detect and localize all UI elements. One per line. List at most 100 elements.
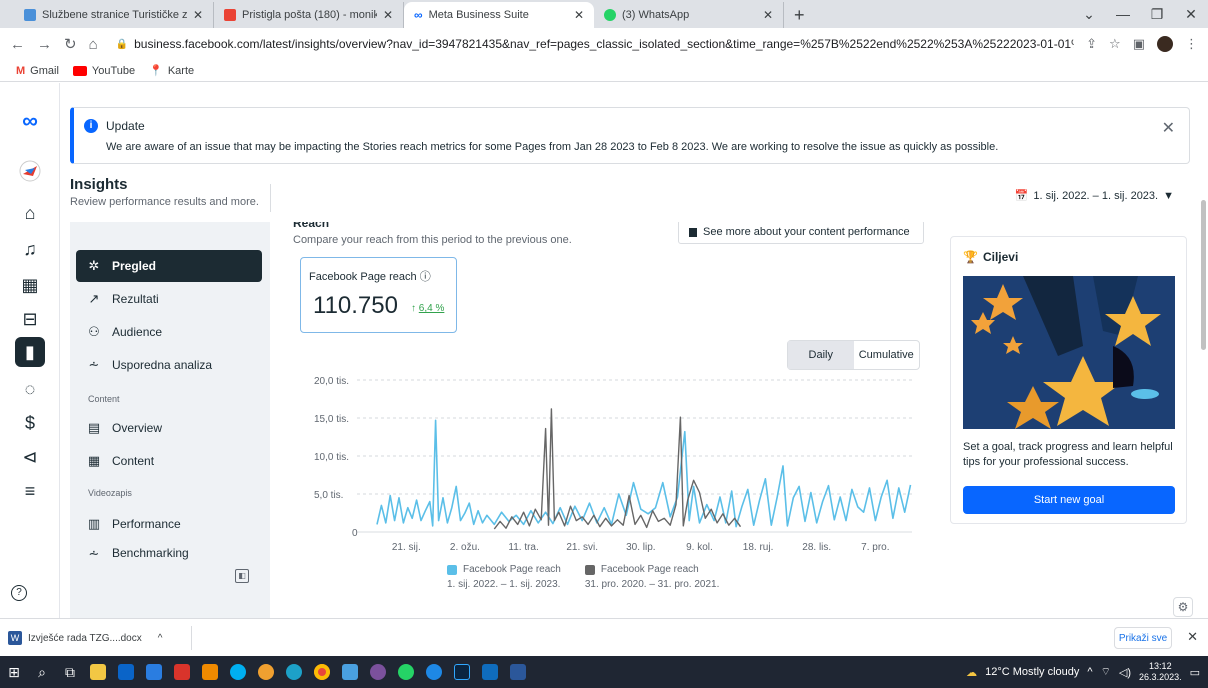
- close-tab-icon[interactable]: ✕: [574, 8, 584, 22]
- content-icon[interactable]: ⊟: [12, 303, 48, 335]
- chevron-up-icon[interactable]: ^: [158, 633, 163, 644]
- nav-rezultati[interactable]: ↗ Rezultati: [76, 283, 262, 315]
- nav-audience[interactable]: ⚇ Audience: [76, 316, 262, 348]
- nav-content[interactable]: ▦ Content: [76, 445, 262, 477]
- meta-logo-icon[interactable]: ∞: [12, 105, 48, 137]
- calendar-icon: 📅: [1014, 190, 1029, 202]
- page-scrollbar[interactable]: [1197, 83, 1208, 618]
- browser-tab[interactable]: (3) WhatsApp ✕: [594, 2, 784, 28]
- home-icon[interactable]: ⌂: [89, 36, 98, 53]
- weather-text[interactable]: 12°C Mostly cloudy: [985, 666, 1079, 678]
- page-avatar[interactable]: [12, 155, 48, 187]
- info-circle-icon[interactable]: ⓘ: [420, 271, 431, 283]
- close-tab-icon[interactable]: ✕: [383, 8, 393, 22]
- reach-subtitle: Compare your reach from this period to t…: [293, 234, 572, 246]
- tab-title: Meta Business Suite: [428, 9, 529, 21]
- search-icon[interactable]: ⌕: [28, 656, 56, 688]
- scrollbar-thumb[interactable]: [1201, 200, 1206, 350]
- word-icon[interactable]: [504, 656, 532, 688]
- home-nav-icon[interactable]: ⌂: [12, 197, 48, 229]
- outlook-icon[interactable]: [476, 656, 504, 688]
- close-banner-icon[interactable]: ✕: [1162, 118, 1175, 138]
- browser-tab[interactable]: Službene stranice Turističke zajed ✕: [14, 2, 214, 28]
- bookmark-gmail[interactable]: M Gmail: [16, 65, 59, 77]
- notifications-icon[interactable]: ♫: [12, 233, 48, 265]
- chrome-icon[interactable]: [308, 656, 336, 688]
- browser-tab[interactable]: Pristigla pošta (180) - monika.vrh ✕: [214, 2, 404, 28]
- photoshop-icon[interactable]: [448, 656, 476, 688]
- start-new-goal-button[interactable]: Start new goal: [963, 486, 1175, 514]
- vlc-icon[interactable]: [196, 656, 224, 688]
- collapse-nav-icon[interactable]: ◧: [235, 569, 249, 583]
- url-input[interactable]: 🔒 business.facebook.com/latest/insights/…: [109, 31, 1075, 57]
- x-tick-label: 30. lip.: [626, 542, 655, 553]
- bookmarks-bar: M Gmail YouTube 📍 Karte: [0, 60, 1208, 82]
- youtube-icon: [72, 65, 87, 76]
- bookmark-karte[interactable]: 📍 Karte: [149, 64, 194, 78]
- notifications-tray-icon[interactable]: ▭: [1190, 666, 1200, 679]
- mail-app-icon[interactable]: [112, 656, 140, 688]
- legend-period: 31. pro. 2020. – 31. pro. 2021.: [584, 579, 720, 590]
- skype-icon[interactable]: [224, 656, 252, 688]
- new-tab-button[interactable]: +: [784, 2, 815, 28]
- nav-performance[interactable]: ▥ Performance: [76, 508, 262, 540]
- close-download-bar-icon[interactable]: ✕: [1187, 629, 1198, 645]
- network-icon[interactable]: ⌔: [1101, 665, 1111, 679]
- messenger-icon[interactable]: [420, 656, 448, 688]
- nav-usporedna-analiza[interactable]: ⩪ Usporedna analiza: [76, 349, 262, 381]
- star-icon[interactable]: ☆: [1109, 36, 1121, 52]
- help-icon[interactable]: ?: [11, 585, 27, 601]
- nav-benchmarking[interactable]: ⩪ Benchmarking: [76, 542, 262, 560]
- ads-icon[interactable]: ◌: [12, 373, 48, 405]
- close-tab-icon[interactable]: ✕: [763, 8, 773, 22]
- series-line-current[interactable]: [376, 419, 912, 528]
- tab-search-icon[interactable]: ⌄: [1072, 6, 1106, 23]
- menu-icon[interactable]: ⋮: [1185, 36, 1198, 52]
- store-icon[interactable]: [140, 656, 168, 688]
- show-all-downloads-button[interactable]: Prikaži sve: [1114, 627, 1172, 649]
- paint-icon[interactable]: [252, 656, 280, 688]
- all-tools-icon[interactable]: ≡: [12, 475, 48, 507]
- settings-gear-icon[interactable]: ⚙: [1173, 597, 1193, 617]
- whatsapp-icon[interactable]: [392, 656, 420, 688]
- back-icon[interactable]: ←: [10, 36, 25, 53]
- nav-label: Pregled: [112, 259, 157, 273]
- clock[interactable]: 13:12 26.3.2023.: [1139, 661, 1182, 683]
- maximize-icon[interactable]: ❐: [1140, 6, 1174, 23]
- browser-tab-active[interactable]: ∞ Meta Business Suite ✕: [404, 2, 594, 28]
- close-tab-icon[interactable]: ✕: [193, 8, 203, 22]
- share-icon[interactable]: ⇪: [1086, 36, 1097, 52]
- toggle-cumulative[interactable]: Cumulative: [854, 341, 920, 369]
- insights-nav-icon[interactable]: ▮: [15, 337, 45, 367]
- tray-arrow-icon[interactable]: ^: [1087, 666, 1092, 678]
- window-close-icon[interactable]: ✕: [1174, 6, 1208, 23]
- nav-pregled[interactable]: ✲ Pregled: [76, 250, 262, 282]
- reload-icon[interactable]: ↻: [64, 35, 77, 53]
- monetization-icon[interactable]: $: [12, 407, 48, 439]
- volume-icon[interactable]: ◁): [1119, 666, 1131, 679]
- y-tick-label: 5,0 tis.: [314, 490, 343, 501]
- acrobat-icon[interactable]: [168, 656, 196, 688]
- minimize-icon[interactable]: —: [1106, 6, 1140, 22]
- sidepanel-icon[interactable]: ▣: [1133, 36, 1145, 52]
- legend-item-current[interactable]: Facebook Page reach 1. sij. 2022. – 1. s…: [447, 564, 561, 590]
- profile-avatar[interactable]: [1157, 36, 1173, 52]
- file-explorer-icon[interactable]: [84, 656, 112, 688]
- nav-overview[interactable]: ▤ Overview: [76, 412, 262, 444]
- download-item[interactable]: W Izvješće rada TZG....docx ^: [8, 626, 192, 650]
- task-view-icon[interactable]: ⧉: [56, 656, 84, 688]
- forward-icon[interactable]: →: [37, 36, 52, 53]
- megaphone-icon[interactable]: ⊲: [12, 441, 48, 473]
- date-range-picker[interactable]: 📅 1. sij. 2022. – 1. sij. 2023. ▼: [1014, 189, 1174, 203]
- nav-label: Audience: [112, 325, 163, 339]
- legend-item-previous[interactable]: Facebook Page reach 31. pro. 2020. – 31.…: [584, 564, 720, 590]
- viber-icon[interactable]: [364, 656, 392, 688]
- photos-icon[interactable]: [336, 656, 364, 688]
- page-reach-card[interactable]: Facebook Page reach ⓘ 110.750 ↑ 6,4 %: [300, 257, 457, 333]
- see-more-content-button[interactable]: See more about your content performance: [678, 222, 924, 244]
- bookmark-youtube[interactable]: YouTube: [72, 65, 135, 77]
- planner-icon[interactable]: ▦: [12, 269, 48, 301]
- edge-icon[interactable]: [280, 656, 308, 688]
- toggle-daily[interactable]: Daily: [788, 341, 854, 369]
- windows-start-icon[interactable]: ⊞: [0, 656, 28, 688]
